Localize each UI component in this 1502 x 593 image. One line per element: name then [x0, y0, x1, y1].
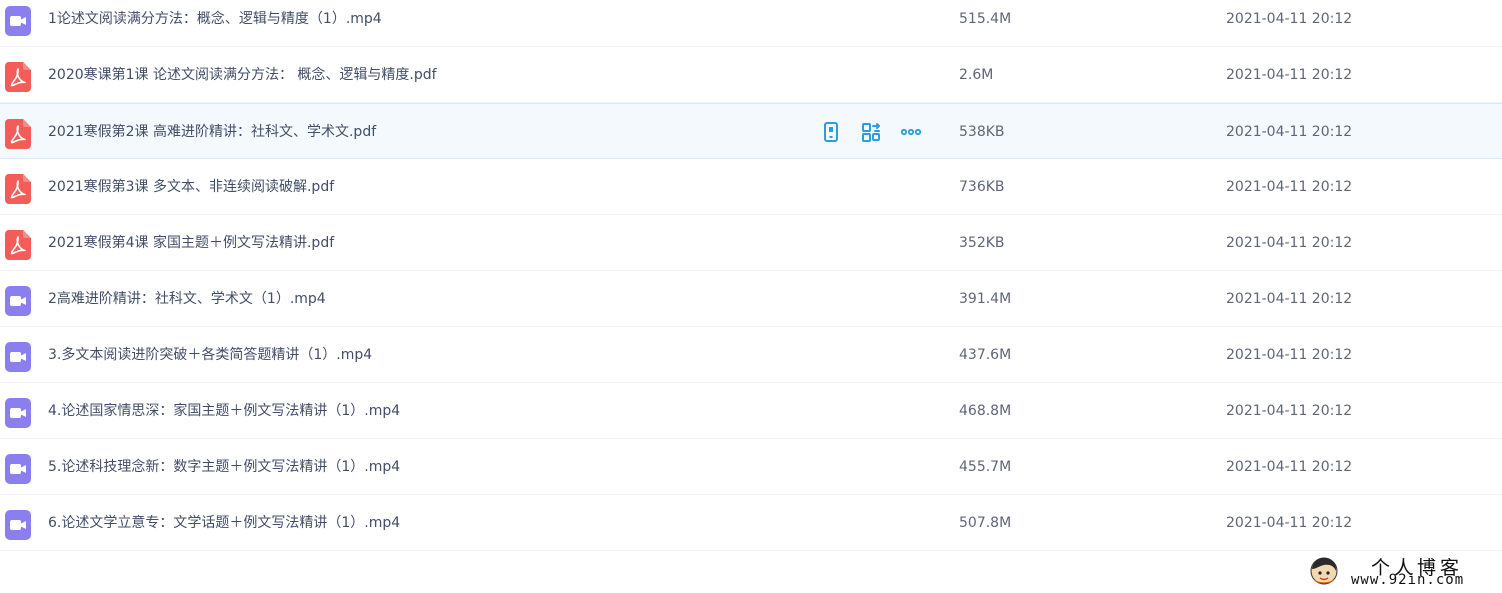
- file-size: 507.8M: [959, 515, 1012, 531]
- file-name[interactable]: 2021寒假第2课 高难进阶精讲：社科文、学术文.pdf: [48, 104, 376, 160]
- watermark: 个人博客 www.92in.com: [1303, 553, 1498, 593]
- watermark-url: www.92in.com: [1351, 572, 1465, 588]
- file-size: 455.7M: [959, 459, 1012, 475]
- file-row[interactable]: 4.论述国家情思深：家国主题＋例文写法精讲（1）.mp4 468.8M 2021…: [0, 383, 1502, 439]
- share-icon[interactable]: [860, 121, 882, 143]
- pdf-file-icon: [5, 230, 31, 260]
- file-size: 437.6M: [959, 347, 1012, 363]
- more-icon[interactable]: [900, 121, 922, 143]
- file-row[interactable]: 2020寒课第1课 论述文阅读满分方法： 概念、逻辑与精度.pdf 2.6M 2…: [0, 47, 1502, 103]
- file-row[interactable]: 2高难进阶精讲：社科文、学术文（1）.mp4 391.4M 2021-04-11…: [0, 271, 1502, 327]
- file-date: 2021-04-11 20:12: [1226, 67, 1353, 83]
- file-size: 468.8M: [959, 403, 1012, 419]
- file-row[interactable]: 5.论述科技理念新：数字主题＋例文写法精讲（1）.mp4 455.7M 2021…: [0, 439, 1502, 495]
- file-row[interactable]: 6.论述文学立意专：文学话题＋例文写法精讲（1）.mp4 507.8M 2021…: [0, 495, 1502, 551]
- file-name[interactable]: 2高难进阶精讲：社科文、学术文（1）.mp4: [48, 271, 326, 327]
- pdf-file-icon: [5, 174, 31, 204]
- file-size: 538KB: [959, 124, 1005, 140]
- file-date: 2021-04-11 20:12: [1226, 347, 1353, 363]
- video-file-icon: [5, 398, 31, 428]
- file-row-selected[interactable]: 2021寒假第2课 高难进阶精讲：社科文、学术文.pdf 538KB 2021-…: [0, 103, 1502, 159]
- file-date: 2021-04-11 20:12: [1226, 459, 1353, 475]
- file-row[interactable]: 2021寒假第3课 多文本、非连续阅读破解.pdf 736KB 2021-04-…: [0, 159, 1502, 215]
- file-name[interactable]: 4.论述国家情思深：家国主题＋例文写法精讲（1）.mp4: [48, 383, 400, 439]
- file-row[interactable]: 3.多文本阅读进阶突破＋各类简答题精讲（1）.mp4 437.6M 2021-0…: [0, 327, 1502, 383]
- file-date: 2021-04-11 20:12: [1226, 124, 1353, 140]
- avatar-icon: [1309, 556, 1339, 586]
- file-date: 2021-04-11 20:12: [1226, 235, 1353, 251]
- file-date: 2021-04-11 20:12: [1226, 515, 1353, 531]
- file-name[interactable]: 2021寒假第3课 多文本、非连续阅读破解.pdf: [48, 159, 334, 215]
- file-name[interactable]: 1论述文阅读满分方法：概念、逻辑与精度（1）.mp4: [48, 0, 382, 47]
- file-name[interactable]: 2021寒假第4课 家国主题＋例文写法精讲.pdf: [48, 215, 334, 271]
- video-file-icon: [5, 342, 31, 372]
- file-size: 352KB: [959, 235, 1005, 251]
- pdf-file-icon: [5, 62, 31, 92]
- file-name[interactable]: 3.多文本阅读进阶突破＋各类简答题精讲（1）.mp4: [48, 327, 372, 383]
- file-name[interactable]: 6.论述文学立意专：文学话题＋例文写法精讲（1）.mp4: [48, 495, 400, 551]
- file-date: 2021-04-11 20:12: [1226, 403, 1353, 419]
- file-size: 391.4M: [959, 291, 1012, 307]
- file-date: 2021-04-11 20:12: [1226, 11, 1353, 27]
- file-date: 2021-04-11 20:12: [1226, 179, 1353, 195]
- file-row[interactable]: 2021寒假第4课 家国主题＋例文写法精讲.pdf 352KB 2021-04-…: [0, 215, 1502, 271]
- file-row[interactable]: 1论述文阅读满分方法：概念、逻辑与精度（1）.mp4 515.4M 2021-0…: [0, 0, 1502, 47]
- phone-icon[interactable]: [820, 121, 842, 143]
- file-name[interactable]: 2020寒课第1课 论述文阅读满分方法： 概念、逻辑与精度.pdf: [48, 47, 437, 103]
- video-file-icon: [5, 454, 31, 484]
- file-size: 736KB: [959, 179, 1005, 195]
- file-name[interactable]: 5.论述科技理念新：数字主题＋例文写法精讲（1）.mp4: [48, 439, 400, 495]
- file-date: 2021-04-11 20:12: [1226, 291, 1353, 307]
- video-file-icon: [5, 6, 31, 36]
- video-file-icon: [5, 286, 31, 316]
- pdf-file-icon: [5, 119, 31, 149]
- file-list: 1论述文阅读满分方法：概念、逻辑与精度（1）.mp4 515.4M 2021-0…: [0, 0, 1502, 551]
- file-size: 2.6M: [959, 67, 994, 83]
- video-file-icon: [5, 510, 31, 540]
- file-size: 515.4M: [959, 11, 1012, 27]
